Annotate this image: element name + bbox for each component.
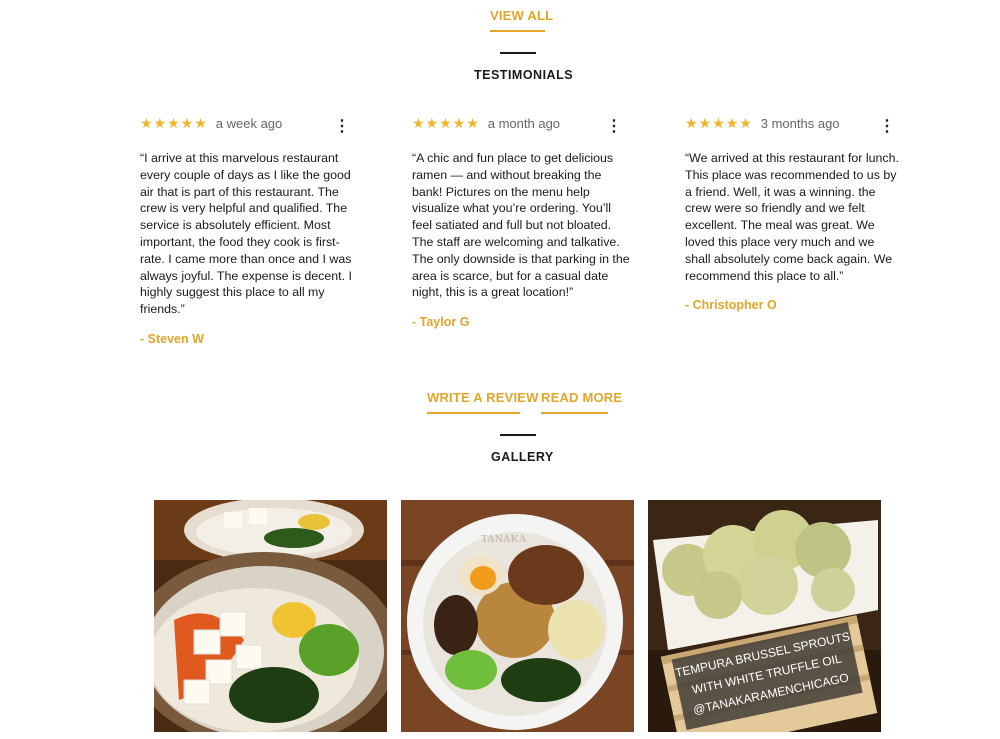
star-rating: ★★★★★ — [685, 114, 753, 131]
read-more-link[interactable]: READ MORE — [541, 390, 622, 414]
review-text: “A chic and fun place to get delicious r… — [412, 151, 630, 300]
review-author: - Taylor G — [412, 315, 470, 330]
gallery-photo-tofu-ramen[interactable] — [154, 500, 387, 732]
section-divider — [500, 52, 536, 54]
review-author: - Christopher O — [685, 298, 777, 313]
review-text: “We arrived at this restaurant for lunch… — [685, 151, 899, 283]
star-rating: ★★★★★ — [140, 114, 208, 131]
more-options-icon[interactable]: ⋮ — [879, 119, 895, 135]
gallery-photo-tempura-sprouts[interactable]: TEMPURA BRUSSEL SPROUTS WITH WHITE TRUFF… — [648, 500, 881, 732]
write-review-link[interactable]: WRITE A REVIEW — [427, 390, 538, 414]
section-divider — [500, 434, 536, 436]
review-card: ★★★★★ 3 months ago ⋮ “We arrived at this… — [685, 114, 903, 313]
review-card: ★★★★★ a month ago ⋮ “A chic and fun plac… — [412, 114, 630, 330]
gallery-heading: GALLERY — [491, 450, 554, 464]
view-all-link[interactable]: VIEW ALL — [490, 8, 553, 32]
review-author: - Steven W — [140, 331, 204, 346]
review-time: a week ago — [215, 115, 283, 131]
review-time: a month ago — [487, 115, 561, 131]
testimonials-heading: TESTIMONIALS — [474, 68, 574, 82]
svg-text:TANAKA: TANAKA — [481, 533, 527, 545]
more-options-icon[interactable]: ⋮ — [334, 119, 350, 135]
review-text: “I arrive at this marvelous restaurant e… — [140, 151, 352, 317]
review-card: ★★★★★ a week ago ⋮ “I arrive at this mar… — [140, 114, 358, 346]
star-rating: ★★★★★ — [412, 114, 480, 131]
gallery-photo-noodle-bowl[interactable]: TANAKA — [401, 500, 634, 732]
review-time: 3 months ago — [760, 115, 840, 131]
more-options-icon[interactable]: ⋮ — [606, 119, 622, 135]
